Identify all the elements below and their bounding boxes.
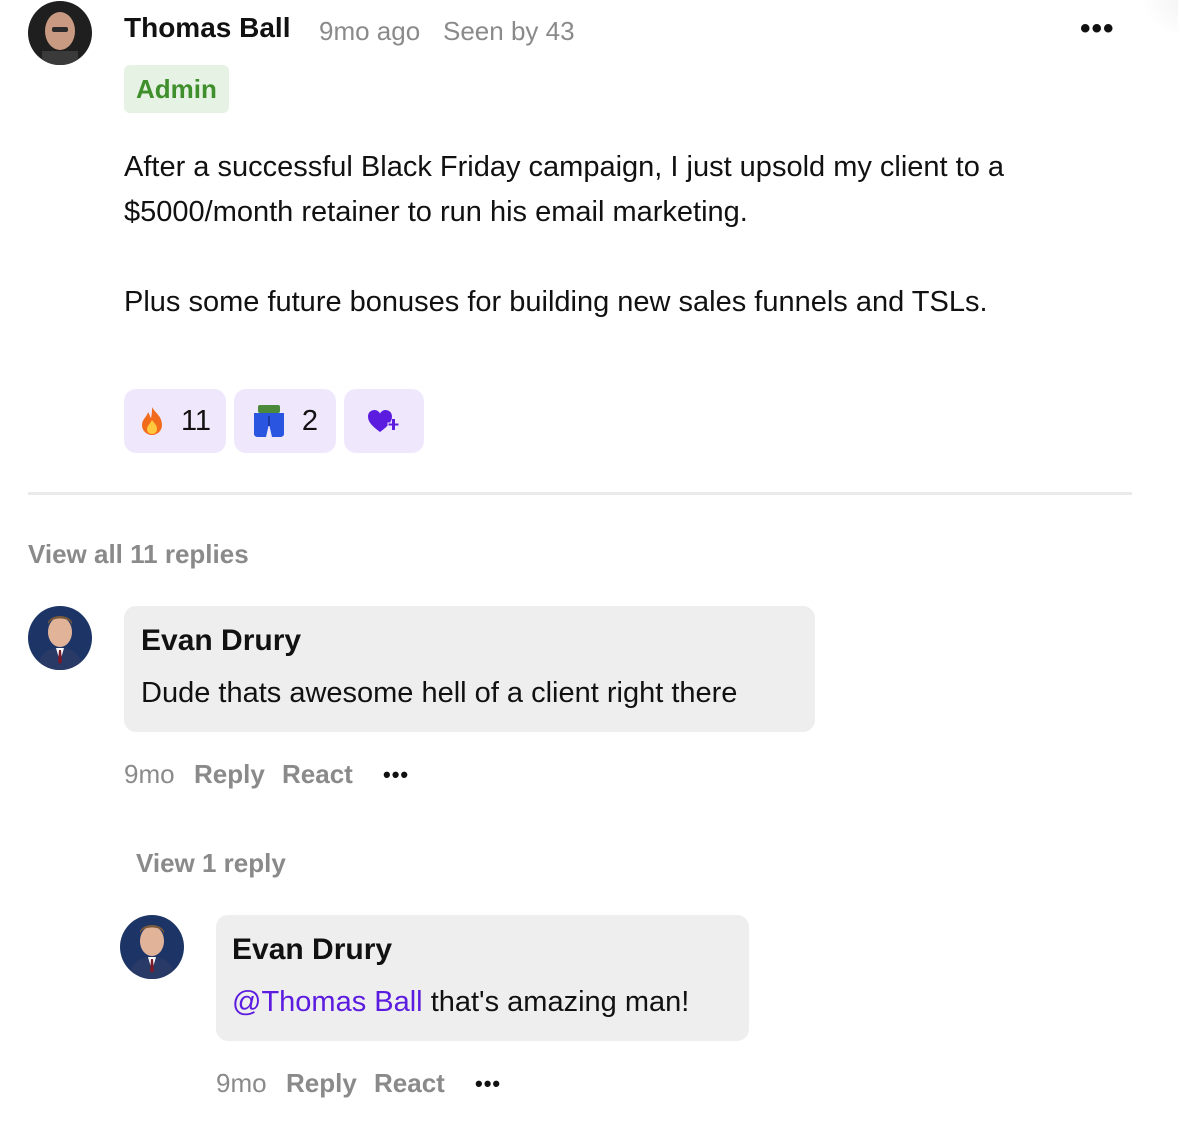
comment-text: Dude thats awesome hell of a client righ…	[141, 677, 738, 709]
comment-author[interactable]: Evan Drury	[232, 933, 392, 967]
blue-shorts-emoji-icon	[253, 405, 284, 437]
view-all-replies-link[interactable]: View all 11 replies	[28, 539, 249, 570]
view-reply-link[interactable]: View 1 reply	[136, 848, 286, 879]
comment-more-icon[interactable]: •••	[475, 1071, 501, 1097]
avatar-photo	[28, 1, 92, 65]
comment-time: 9mo	[216, 1068, 267, 1098]
popup-shadow	[1140, 0, 1178, 40]
comment-time: 9mo	[124, 759, 175, 789]
commenter-avatar[interactable]	[120, 915, 184, 979]
comment-more-icon[interactable]: •••	[383, 762, 409, 788]
comment-text-body: that's amazing man!	[430, 986, 690, 1018]
mention-link[interactable]: @Thomas Ball	[232, 986, 423, 1018]
post-text-line: After a successful Black Friday campaign…	[124, 151, 1005, 183]
reaction-shorts[interactable]: 2	[234, 389, 336, 453]
avatar-photo	[28, 606, 92, 670]
reaction-fire[interactable]: 11	[124, 389, 226, 453]
seen-count[interactable]: Seen by 43	[443, 16, 575, 47]
author-avatar[interactable]	[28, 1, 92, 65]
heart-plus-icon	[368, 410, 400, 432]
comment-author[interactable]: Evan Drury	[141, 624, 301, 658]
post-text-line: Plus some future bonuses for building ne…	[124, 286, 988, 318]
divider	[28, 492, 1132, 495]
post-text-line: $5000/month retainer to run his email ma…	[124, 196, 748, 228]
fire-emoji-icon	[141, 407, 162, 435]
react-button[interactable]: React	[282, 759, 353, 790]
reaction-count: 11	[180, 404, 212, 437]
reply-button[interactable]: Reply	[286, 1068, 357, 1099]
react-button[interactable]: React	[374, 1068, 445, 1099]
commenter-avatar[interactable]	[28, 606, 92, 670]
reaction-count: 2	[301, 404, 319, 437]
more-options-icon[interactable]: •••	[1080, 14, 1115, 44]
avatar-photo	[120, 915, 184, 979]
reply-button[interactable]: Reply	[194, 759, 265, 790]
post-time: 9mo ago	[319, 16, 421, 46]
add-reaction-button[interactable]	[344, 389, 424, 453]
admin-badge: Admin	[124, 65, 229, 113]
comment-text: @Thomas Ball that's amazing man!	[232, 986, 689, 1019]
post-author-name[interactable]: Thomas Ball	[124, 12, 290, 44]
